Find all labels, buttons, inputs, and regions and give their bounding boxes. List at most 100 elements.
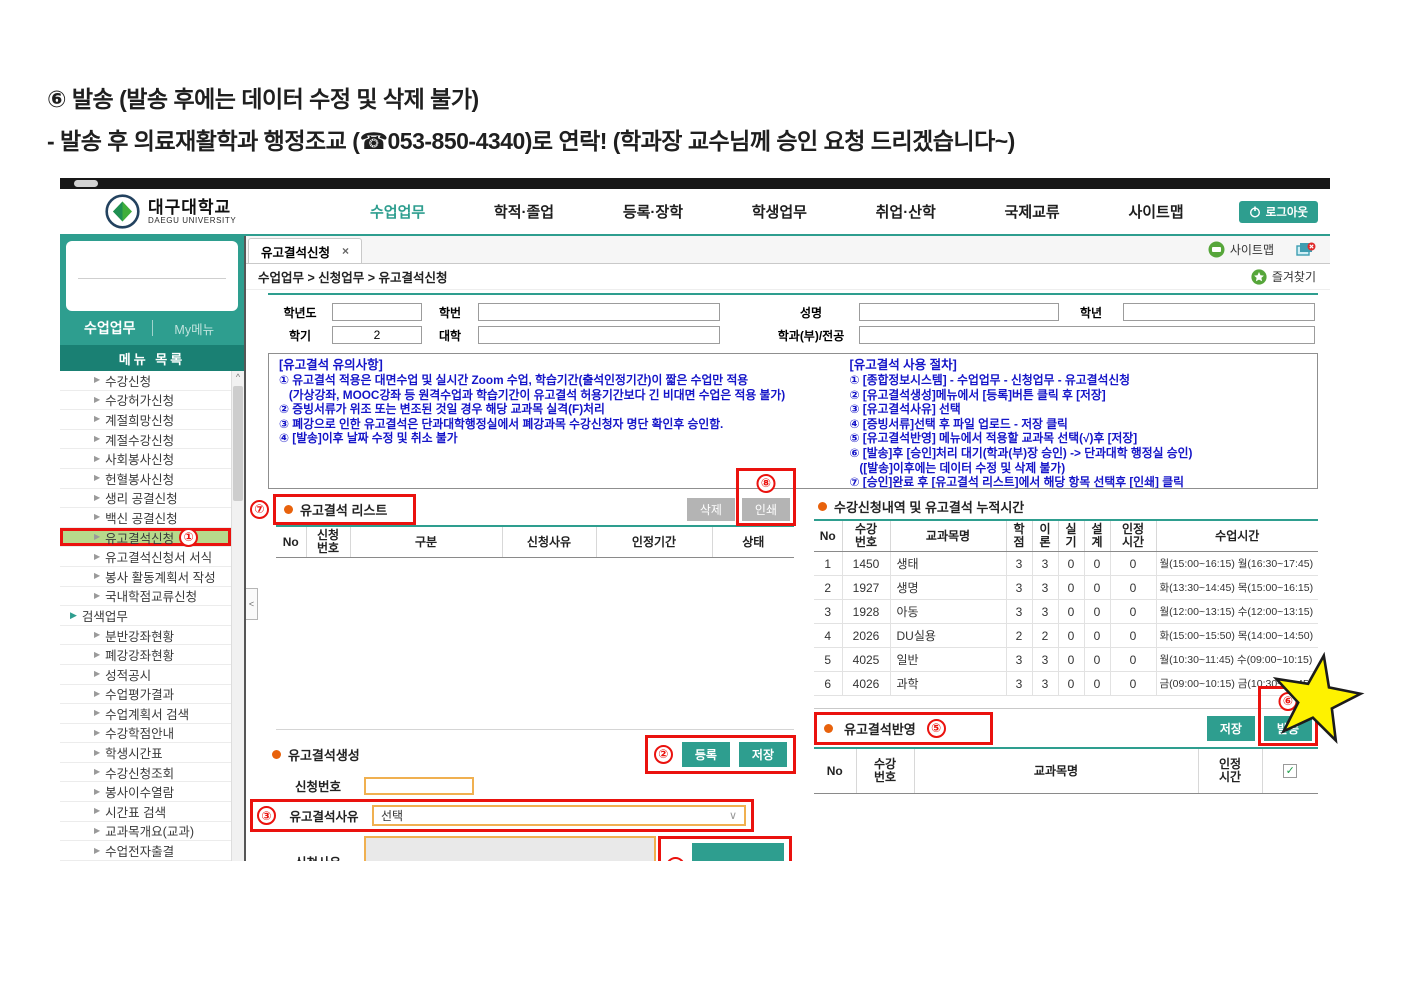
enrollment-row[interactable]: 5 4025 일반 3 3 0 0 0 월(10:30~11:45) 수(09:… (814, 647, 1318, 672)
enrollment-row[interactable]: 1 1450 생태 3 3 0 0 0 월(15:00~16:15) 월(16:… (814, 551, 1318, 576)
major-input[interactable] (859, 326, 1315, 344)
sidebar-tab-mymenu[interactable]: My메뉴 (153, 319, 237, 338)
year-input[interactable] (332, 303, 422, 321)
tab-absence-application[interactable]: 유고결석신청 × (248, 238, 363, 263)
sidebar-menu-item[interactable]: ▶ 수업계획서 검색 (60, 704, 231, 724)
sidebar-menu-item[interactable]: ▶ 봉사 활동계획서 작성 (60, 567, 231, 587)
print-button[interactable]: 인쇄 (741, 497, 790, 521)
sidebar-menu-item[interactable]: ▶ 수강허가신청 (60, 391, 231, 411)
name-input[interactable] (859, 303, 1059, 321)
evidence-docs-button[interactable]: 증빙서류 (692, 843, 784, 861)
notice-line: ④ [발송]이후 날짜 수정 및 취소 불가 (279, 431, 458, 446)
sidebar-menu-item[interactable]: ▶ 폐강강좌현황 (60, 645, 231, 665)
semester-label: 학기 (288, 328, 312, 343)
tab-close-icon[interactable]: × (342, 244, 349, 258)
list-column-header: 신청사유 (501, 526, 596, 558)
cell-course-name: 아동 (889, 599, 1006, 624)
detail-label: 신청사유 (272, 852, 364, 861)
cell-recognized: 0 (1109, 599, 1156, 624)
sidebar-menu-item[interactable]: ▶ 수강신청조회 (60, 763, 231, 783)
semester-input[interactable] (332, 326, 422, 344)
apply-save-button[interactable]: 저장 (1206, 715, 1255, 741)
section-bullet-icon (284, 504, 293, 514)
nav-item[interactable]: 학생업무 (752, 201, 807, 222)
card-divider (78, 278, 226, 279)
menu-item-label: 폐강강좌현황 (105, 649, 175, 664)
enrollment-row[interactable]: 3 1928 아동 3 3 0 0 0 월(12:00~13:15) 수(12:… (814, 599, 1318, 624)
college-input[interactable] (478, 326, 720, 344)
sidebar-tab-current[interactable]: 수업업무 (68, 318, 152, 338)
sidebar-menu-item[interactable]: ▶ 수강학점안내 (60, 724, 231, 744)
detail-textarea[interactable] (364, 836, 656, 861)
studentno-input[interactable] (478, 303, 720, 321)
register-button[interactable]: 등록 (681, 741, 730, 767)
sidebar-menu-item[interactable]: ▶ 수강신청 (60, 371, 231, 391)
enrollment-row[interactable]: 2 1927 생명 3 3 0 0 0 화(13:30~14:45) 목(15:… (814, 575, 1318, 600)
menu-item-label: 봉사이수열람 (105, 786, 175, 801)
sidebar-menu-item[interactable]: ▶ 성적공시 (60, 665, 231, 685)
send-button[interactable]: 발송 (1263, 715, 1312, 741)
cell-recognized: 0 (1109, 671, 1156, 696)
breadcrumb-row: 수업업무 > 신청업무 > 유고결석신청 즐겨찾기 (246, 264, 1330, 290)
menu-arrow-icon: ▶ (94, 669, 101, 679)
cell-class-time: 금(09:00~10:15) 금(10:30~11:45) (1155, 671, 1318, 696)
university-logo[interactable]: 대구대학교 DAEGU UNIVERSITY (105, 194, 300, 229)
sidebar-menu-item[interactable]: ▶ 수업평가결과 (60, 685, 231, 705)
nav-item[interactable]: 수업업무 (370, 201, 425, 222)
sidebar-menu-item[interactable]: ▶ 봉사이수열람 (60, 782, 231, 803)
enrollment-row[interactable]: 6 4026 과학 3 3 0 0 0 금(09:00~10:15) 금(10:… (814, 671, 1318, 696)
nav-item[interactable]: 취업·산학 (876, 201, 936, 222)
sidebar-menu-item[interactable]: ▶ 수업전자출결 (60, 841, 231, 861)
sidebar: 수업업무 My메뉴 메뉴 목록 ▶ 수강신청 ▶ 수강허가신청 ▶ 계절희망신청… (60, 236, 246, 861)
appno-input[interactable] (364, 776, 474, 795)
page-annotation: ⑥ 발송 (발송 후에는 데이터 수정 및 삭제 불가) - 발송 후 의료재활… (47, 78, 1015, 162)
sidebar-menu-item[interactable]: ▶ 유고결석신청서 서식 (60, 547, 231, 567)
sitemap-label: 사이트맵 (1229, 243, 1274, 257)
nav-item[interactable]: 사이트맵 (1128, 201, 1183, 222)
save-button[interactable]: 저장 (738, 741, 787, 767)
logout-button[interactable]: 로그아웃 (1238, 200, 1318, 223)
nav-item[interactable]: 학적·졸업 (494, 201, 554, 222)
list-column-header: 인정기간 (595, 526, 712, 558)
sidebar-menu-item[interactable]: ▶ 헌혈봉사신청 (60, 469, 231, 489)
scrollbar-thumb[interactable] (233, 386, 243, 501)
sidebar-menu-item[interactable]: ▶ 분반강좌현황 (60, 626, 231, 646)
nav-item[interactable]: 등록·장학 (623, 201, 683, 222)
cell-class-time: 화(13:30~14:45) 목(15:00~16:15) (1155, 575, 1318, 600)
reason-select-value: 선택 (381, 809, 404, 823)
sidebar-menu-item[interactable]: ▶ 국내학점교류신청 (60, 587, 231, 607)
close-all-tabs-icon[interactable] (1296, 242, 1316, 257)
sidebar-menu-item[interactable]: ▶ 사회봉사신청 (60, 449, 231, 469)
sidebar-menu-item[interactable]: ▶ 생리 공결신청 (60, 489, 231, 509)
list-empty-body (276, 557, 794, 730)
nav-item[interactable]: 국제교류 (1005, 201, 1060, 222)
portal-window: 대구대학교 DAEGU UNIVERSITY 수업업무 학적·졸업 등록·장학 학생업… (60, 178, 1330, 861)
sidebar-collapse-handle[interactable]: < (246, 588, 258, 620)
select-all-checkbox[interactable]: ✓ (1283, 764, 1298, 778)
menu-item-label: 성적공시 (105, 668, 152, 683)
delete-button[interactable]: 삭제 (686, 497, 735, 521)
sidebar-menu-item[interactable]: ▶ 백신 공결신청 (60, 508, 231, 528)
scroll-up-icon[interactable]: ^ (232, 371, 244, 384)
chevron-down-icon: ∨ (728, 810, 737, 822)
sidebar-menu-item[interactable]: ▶ 유고결석신청 ① (60, 527, 231, 548)
grade-input[interactable] (1123, 303, 1315, 321)
menu-item-label: 백신 공결신청 (105, 511, 178, 526)
sitemap-link[interactable]: 사이트맵 (1208, 241, 1274, 258)
sidebar-menu-item[interactable]: ▶ 계절희망신청 (60, 410, 231, 430)
section-bullet-icon (272, 749, 281, 759)
sidebar-menu-item[interactable]: ▶ 시간표 검색 (60, 802, 231, 822)
sidebar-menu-item[interactable]: ▶ 학생시간표 (60, 743, 231, 763)
enrollment-row[interactable]: 4 2026 DU실용 2 2 0 0 0 화(15:00~15:50) 목(1… (814, 623, 1318, 648)
sidebar-menu-item[interactable]: ▶ 계절수강신청 (60, 430, 231, 450)
sidebar-scrollbar[interactable]: ^ (231, 371, 244, 861)
favorite-link[interactable]: 즐겨찾기 (1251, 268, 1316, 285)
menu-item-label: 시간표 검색 (105, 805, 167, 820)
step-badge-4: ④ (666, 857, 685, 861)
reason-select[interactable]: 선택 ∨ (372, 805, 746, 826)
notice-box: [유고결석 유의사항] ① 유고결석 적용은 대면수업 및 실시간 Zoom 수… (268, 353, 1318, 489)
menu-arrow-icon: ▶ (70, 610, 77, 621)
sidebar-menu-item[interactable]: ▶ 교과목개요(교과) (60, 822, 231, 842)
portal-header: 대구대학교 DAEGU UNIVERSITY 수업업무 학적·졸업 등록·장학 학생업… (60, 189, 1330, 234)
sidebar-menu-item[interactable]: ▶ 검색업무 (60, 606, 231, 626)
